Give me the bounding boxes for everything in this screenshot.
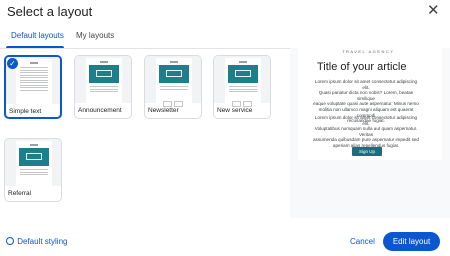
- close-icon[interactable]: ✕: [427, 3, 440, 18]
- layout-card-announcement[interactable]: Announcement: [74, 55, 132, 119]
- default-styling-button[interactable]: Default styling: [6, 236, 67, 248]
- preview-title: Title of your article: [317, 61, 407, 73]
- layout-card-simple-text[interactable]: ✓ Simple text: [4, 55, 62, 119]
- layout-thumbnail: [5, 139, 61, 186]
- dialog-title: Select a layout: [7, 4, 93, 19]
- layout-label: Newsletter: [148, 107, 179, 114]
- preview-signup-button: Sign Up: [352, 147, 382, 156]
- palette-icon: [6, 237, 14, 245]
- layout-card-referral[interactable]: Referral: [4, 138, 62, 202]
- check-icon: ✓: [7, 58, 18, 69]
- cancel-button[interactable]: Cancel: [350, 236, 375, 248]
- layout-label: New service: [217, 107, 253, 114]
- layout-thumbnail: [75, 56, 131, 103]
- tab-my-layouts[interactable]: My layouts: [76, 31, 114, 41]
- layout-thumbnail: [214, 56, 270, 107]
- preview-brand-logo: TRAVEL AGENCY: [342, 49, 395, 54]
- default-styling-label: Default styling: [17, 237, 68, 246]
- preview-body-paragraph: Lorem ipsum dolor sit amet consectetur a…: [313, 115, 419, 148]
- layout-label: Referral: [8, 190, 32, 197]
- edit-layout-button[interactable]: Edit layout: [383, 232, 440, 251]
- layout-card-new-service[interactable]: New service: [213, 55, 271, 119]
- layout-label: Simple text: [9, 108, 42, 115]
- tab-default-layouts[interactable]: Default layouts: [11, 31, 64, 41]
- layout-label: Announcement: [78, 107, 122, 114]
- layout-thumbnail: [145, 56, 201, 107]
- layout-card-newsletter[interactable]: Newsletter: [144, 55, 202, 119]
